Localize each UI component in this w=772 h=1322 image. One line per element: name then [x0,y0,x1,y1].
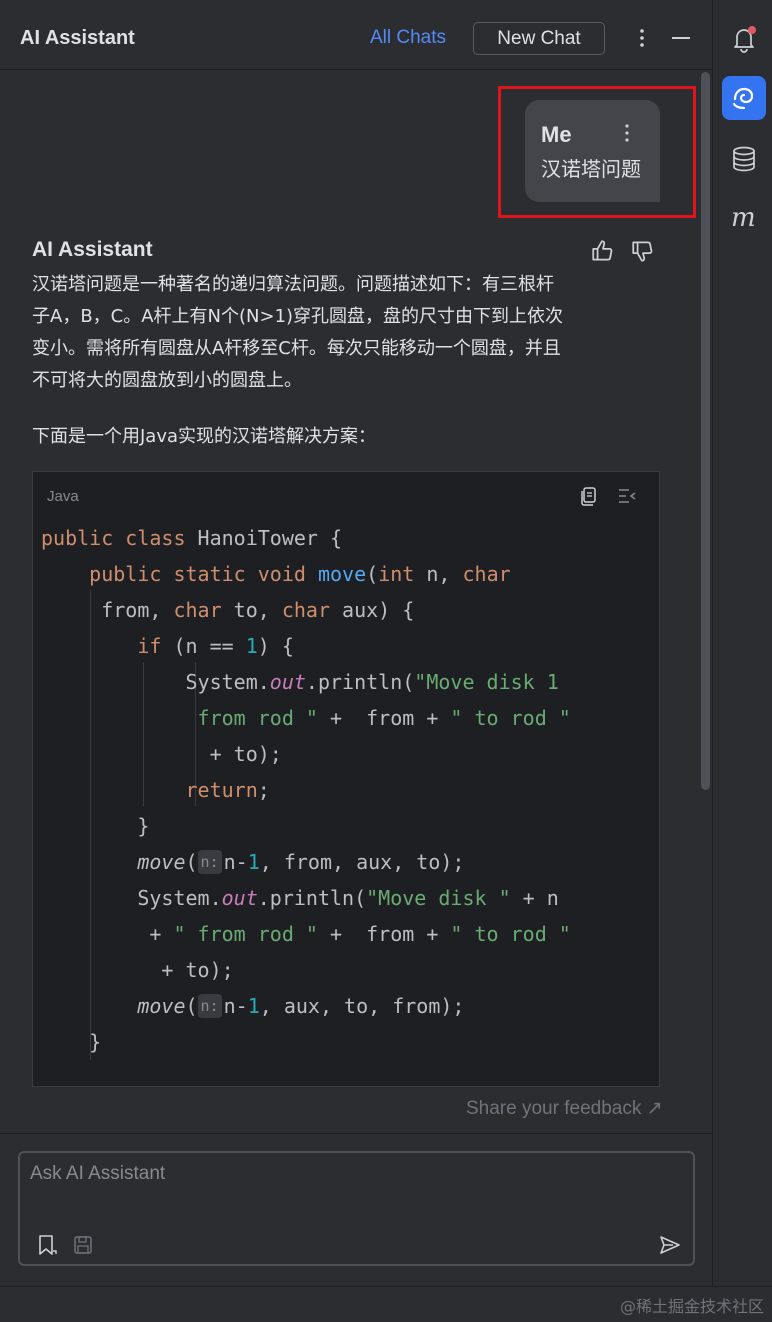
prompt-placeholder: Ask AI Assistant [30,1163,166,1184]
thumbs-down-icon[interactable] [630,238,656,264]
chat-scrollbar[interactable] [701,72,710,790]
parameter-hint: n: [197,994,222,1018]
notifications-icon[interactable] [729,24,759,54]
code-language-label: Java [47,488,79,505]
assistant-text-line: 变小。需将所有圆盘从A杆移至C杆。每次只能移动一个圆盘，并且 [32,338,561,359]
prompt-input[interactable]: Ask AI Assistant [18,1151,695,1266]
thumbs-up-icon[interactable] [590,238,616,264]
insert-icon[interactable] [616,485,638,507]
share-feedback-link[interactable]: Share your feedback ↗ [466,1097,663,1120]
ai-assistant-icon[interactable] [729,83,759,113]
assistant-text-line: 不可将大的圆盘放到小的圆盘上。 [32,370,302,391]
save-icon[interactable] [71,1233,95,1257]
highlight-annotation-box [498,86,696,218]
svg-text:m: m [731,203,756,232]
parameter-hint: n: [197,850,222,874]
right-tool-window-bar [712,0,772,1286]
watermark-text: @稀土掘金技术社区 [620,1297,765,1316]
code-snippet[interactable]: Java public class HanoiTower { public st… [32,471,660,1087]
database-icon[interactable] [729,144,759,174]
code-content[interactable]: public class HanoiTower { public static … [41,520,571,1060]
send-icon[interactable] [658,1233,682,1257]
ai-assistant-panel: AI Assistant All Chats New Chat Me 汉诺塔问题… [0,0,712,1286]
assistant-text-line: 子A，B，C。A杆上有N个(N>1)穿孔圆盘，盘的尺寸由下到上依次 [32,306,564,327]
minimize-icon[interactable] [669,26,693,50]
maven-icon[interactable]: m [729,202,759,232]
panel-title: AI Assistant [20,27,135,49]
panel-header: AI Assistant All Chats New Chat [0,0,712,70]
assistant-message-sender: AI Assistant [32,238,153,261]
assistant-message-text: 汉诺塔问题是一种著名的递归算法问题。问题描述如下：有三根杆 子A，B，C。A杆上… [32,269,662,397]
assistant-text-line: 汉诺塔问题是一种著名的递归算法问题。问题描述如下：有三根杆 [32,274,554,295]
more-vertical-icon[interactable] [630,26,654,50]
copy-icon[interactable] [578,485,600,507]
bookmark-icon[interactable] [35,1233,59,1257]
new-chat-button[interactable]: New Chat [473,22,605,55]
all-chats-link[interactable]: All Chats [370,27,446,49]
assistant-code-intro: 下面是一个用Java实现的汉诺塔解决方案： [32,426,377,447]
